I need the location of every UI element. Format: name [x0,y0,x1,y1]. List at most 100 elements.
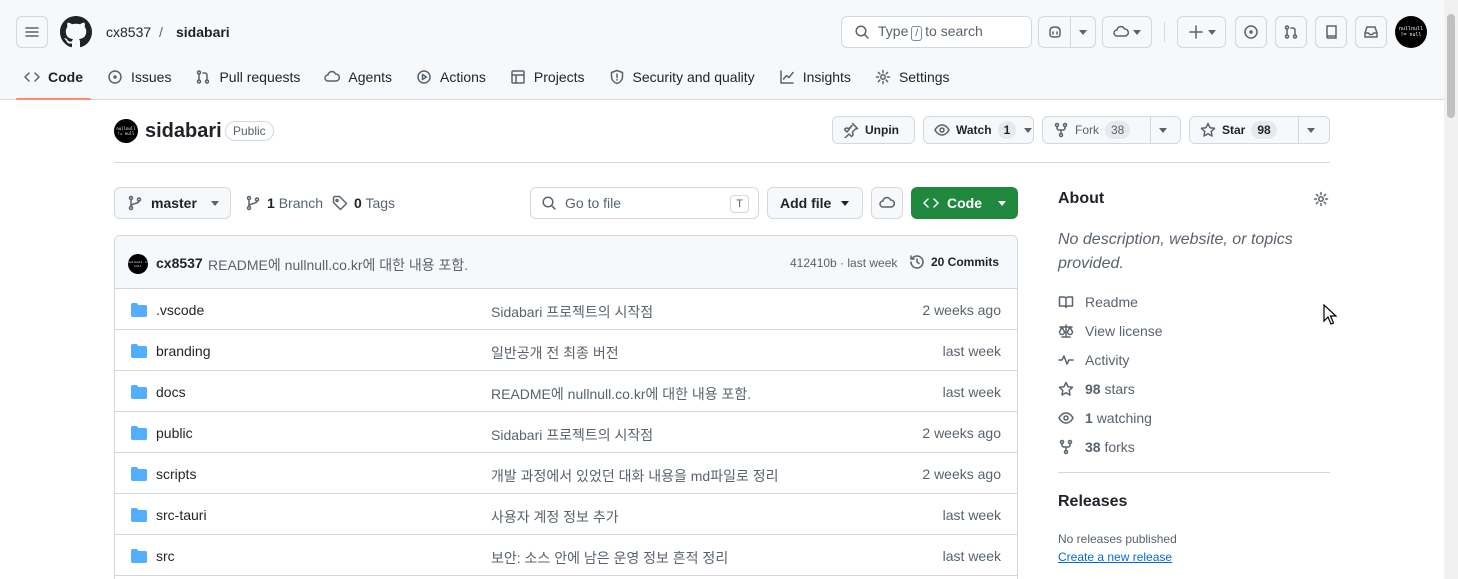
search-input[interactable]: Type / to search [841,16,1032,48]
folder-icon [131,385,147,399]
file-row[interactable]: scripts 개발 과정에서 있었던 대화 내용을 md파일로 정리 2 week… [115,453,1017,494]
star-main[interactable]: Star 98 [1190,117,1298,143]
file-commit-message[interactable]: 개발 과정에서 있었던 대화 내용을 md파일로 정리 [491,466,779,486]
stars-link[interactable]: 98 stars [1058,381,1135,397]
star-button[interactable]: Star 98 [1189,116,1330,144]
watch-button[interactable]: Watch 1 [923,116,1034,144]
tab-label: Projects [533,69,585,85]
chevron-down-icon[interactable] [1024,127,1033,133]
tab-label: Actions [440,69,486,85]
tab-insights[interactable]: Insights [771,60,859,94]
file-row[interactable]: docs README에 nullnull.co.kr에 대한 내용 포함. las… [115,371,1017,412]
your-issues-button[interactable] [1235,16,1267,48]
file-commit-time: 2 weeks ago [922,466,1001,482]
tab-actions[interactable]: Actions [408,60,494,94]
codespaces-button[interactable] [1102,16,1152,48]
agents-icon [324,70,341,82]
breadcrumb-repo[interactable]: sidabari [176,24,230,40]
code-button[interactable]: Code [911,187,1018,219]
breadcrumb-owner[interactable]: cx8537 [106,24,151,40]
file-row[interactable]: src 보안: 소스 안에 남은 운영 정보 흔적 정리 last week [115,535,1017,576]
file-name[interactable]: public [156,425,193,441]
file-commit-message[interactable]: Sidabari 프로젝트의 시작점 [491,302,653,322]
forks-label: forks [1104,439,1135,455]
go-to-file-input[interactable]: Go to file T [530,187,759,219]
activity-link[interactable]: Activity [1058,352,1129,368]
header-divider [1164,22,1165,42]
file-name[interactable]: docs [156,384,186,400]
your-pull-requests-button[interactable] [1275,16,1307,48]
codespace-button[interactable] [871,187,903,219]
readme-label: Readme [1085,294,1138,310]
tab-settings[interactable]: Settings [867,60,958,94]
tags-link[interactable]: 0 Tags [332,195,395,211]
file-commit-message[interactable]: 일반공개 전 최종 버전 [491,343,619,363]
commit-author[interactable]: cx8537 [156,255,203,271]
fork-dropdown[interactable] [1150,117,1175,143]
tab-pull-requests[interactable]: Pull requests [187,60,308,94]
user-avatar[interactable]: nullnull != null [1395,16,1427,48]
file-row[interactable]: src-tauri 사용자 계정 정보 추가 last week [115,494,1017,535]
watch-main[interactable]: Watch 1 [924,117,1022,143]
tab-issues[interactable]: Issues [99,60,179,94]
gear-icon[interactable] [1313,191,1329,207]
commit-message[interactable]: README에 nullnull.co.kr에 대한 내용 포함. [208,255,468,275]
forks-link[interactable]: 38 forks [1058,439,1135,455]
tab-code[interactable]: Code [16,60,91,100]
title-divider [114,162,1330,163]
star-dropdown[interactable] [1298,117,1323,143]
branches-link[interactable]: 1 Branch [245,195,323,211]
file-row[interactable]: branding 일반공개 전 최종 버전 last week [115,330,1017,371]
file-commit-message[interactable]: README에 nullnull.co.kr에 대한 내용 포함. [491,384,751,404]
add-file-button[interactable]: Add file [767,187,863,219]
tab-projects[interactable]: Projects [502,60,593,94]
fork-main[interactable]: Fork 38 [1043,117,1150,143]
issue-icon [1244,25,1258,39]
file-name[interactable]: branding [156,343,211,359]
repo-title[interactable]: sidabari [145,120,222,143]
mouse-cursor-icon [1323,304,1337,325]
license-link[interactable]: View license [1058,323,1163,339]
create-new-button[interactable] [1177,16,1226,48]
copilot-button[interactable] [1039,17,1071,47]
fork-button[interactable]: Fork 38 [1042,116,1181,144]
license-label: View license [1085,323,1163,339]
file-commit-message[interactable]: Sidabari 프로젝트의 시작점 [491,425,653,445]
page-scrollbar[interactable] [1444,0,1458,579]
file-name[interactable]: .vscode [156,302,204,318]
pin-icon [843,122,859,138]
branch-selector[interactable]: master [114,187,231,219]
menu-button[interactable] [16,16,48,48]
commit-meta[interactable]: 412410b · last week [790,256,897,270]
copilot-button-group[interactable] [1038,16,1096,48]
file-name[interactable]: src-tauri [156,507,207,523]
copilot-dropdown[interactable] [1071,17,1095,47]
tab-agents[interactable]: Agents [316,60,400,94]
fork-icon [1059,439,1073,455]
tab-security[interactable]: Security and quality [601,60,763,94]
file-row[interactable]: .vscode Sidabari 프로젝트의 시작점 2 weeks ago [115,289,1017,330]
scrollbar-thumb[interactable] [1447,14,1455,118]
repo-owner-avatar[interactable]: nullnull != null [114,119,138,143]
commits-history-link[interactable]: 20 Commits [909,254,999,270]
file-row[interactable]: public Sidabari 프로젝트의 시작점 2 weeks ago [115,412,1017,453]
file-name[interactable]: src [156,548,175,564]
notifications-button[interactable] [1355,16,1387,48]
file-commit-message[interactable]: 사용자 계정 정보 추가 [491,507,619,527]
github-logo-icon[interactable] [60,16,92,48]
repositories-button[interactable] [1315,16,1347,48]
readme-link[interactable]: Readme [1058,294,1138,310]
file-commit-message[interactable]: 보안: 소스 안에 남은 운영 정보 흔적 정리 [491,548,728,568]
tab-label: Code [48,69,83,85]
code-icon [923,198,939,208]
commit-author-avatar[interactable]: nullnull != null [128,254,148,274]
file-name[interactable]: scripts [156,466,196,482]
unpin-button[interactable]: Unpin [832,116,915,144]
releases-heading[interactable]: Releases [1058,493,1127,511]
file-commit-time: 2 weeks ago [922,302,1001,318]
history-icon [910,255,924,269]
watching-link[interactable]: 1 watching [1058,410,1152,426]
create-release-link[interactable]: Create a new release [1058,550,1172,564]
chevron-down-icon [841,200,850,206]
star-count: 98 [1251,121,1277,139]
